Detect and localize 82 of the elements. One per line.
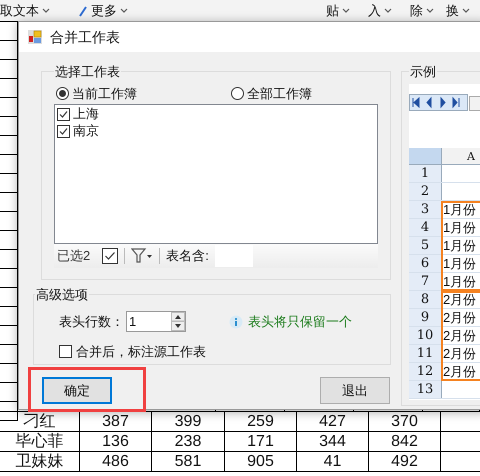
table-cell: 387 <box>102 413 129 430</box>
filter-icon[interactable] <box>131 248 154 264</box>
row-number: 7 <box>409 272 442 290</box>
window-title: 合并工作表 <box>50 28 120 46</box>
table-cell: 427 <box>319 413 346 430</box>
radio-label[interactable]: 当前工作簿 <box>72 84 137 104</box>
preview-cell: 2月份 <box>442 326 476 344</box>
sheet-checkbox[interactable] <box>57 108 70 120</box>
caret-icon <box>426 8 434 13</box>
table-cell: 370 <box>391 413 418 430</box>
radio-button[interactable] <box>231 87 244 100</box>
sheet-checkbox[interactable] <box>57 124 70 138</box>
pencil-icon <box>78 4 88 16</box>
table-cell: 486 <box>102 453 129 470</box>
group-title: 选择工作表 <box>54 63 121 81</box>
spinner-arrows-icon[interactable] <box>171 312 185 331</box>
ribbon-button[interactable]: 贴 <box>326 4 350 18</box>
table-cell: 41 <box>324 453 342 470</box>
header-rows-spinner[interactable]: 1 <box>126 311 186 332</box>
ribbon-button[interactable]: 入 <box>368 4 392 18</box>
preview-cell: 1月份 <box>442 272 476 290</box>
caret-icon <box>384 8 392 13</box>
sheet-item[interactable]: 上海 <box>57 106 99 122</box>
ribbon-button[interactable]: 取文本 <box>0 4 50 18</box>
caret-icon <box>120 8 128 13</box>
table-cell: 842 <box>391 433 418 450</box>
table-cell: 136 <box>102 433 129 450</box>
radio-label[interactable]: 全部工作簿 <box>247 84 312 104</box>
preview-cell: 1月份 <box>442 218 476 236</box>
preview-cell: 2月份 <box>442 344 476 362</box>
table-cell: 171 <box>247 433 274 450</box>
name-filter-field[interactable] <box>214 244 253 266</box>
ribbon-button[interactable]: 换 <box>446 4 470 18</box>
table-cell: 259 <box>247 413 274 430</box>
row-number: 3 <box>409 200 442 218</box>
row-number: 6 <box>409 254 442 272</box>
mark-source-option[interactable]: 合并后，标注源工作表 <box>59 342 206 361</box>
dialog-button[interactable]: 确定 <box>42 377 112 404</box>
preview-cell: 2月份 <box>442 308 476 326</box>
caret-icon <box>462 8 470 13</box>
table-cell: 905 <box>247 453 274 470</box>
table-cell: 刁红 <box>24 413 56 430</box>
group-title: 高级选项 <box>35 286 89 304</box>
column-header: A <box>442 148 480 164</box>
row-number: 9 <box>409 308 442 326</box>
group-title: 示例 <box>409 63 437 81</box>
row-number: 11 <box>409 344 442 362</box>
hint-text: 表头将只保留一个 <box>248 312 352 331</box>
selected-count: 已选2 <box>57 246 90 265</box>
row-number: 5 <box>409 236 442 254</box>
table-cell: 492 <box>391 453 418 470</box>
select-all-checkbox[interactable] <box>102 248 118 264</box>
row-number: 1 <box>409 164 442 182</box>
row-number: 8 <box>409 290 442 308</box>
row-number: 13 <box>409 380 442 398</box>
dialog-button[interactable]: 退出 <box>320 377 390 404</box>
row-number: 2 <box>409 182 442 200</box>
table-cell: 卫妹妹 <box>16 453 64 470</box>
ribbon-button[interactable]: 除 <box>410 4 434 18</box>
info-icon <box>229 314 243 328</box>
table-cell: 581 <box>174 453 202 470</box>
field-label: 表名含: <box>166 246 209 265</box>
table-cell: 399 <box>174 413 202 430</box>
preview-cell: 1月份 <box>442 254 476 272</box>
table-cell: 344 <box>319 433 346 450</box>
table-cell: 238 <box>174 433 202 450</box>
preview-cell: 2月份 <box>442 290 476 308</box>
row-number: 4 <box>409 218 442 236</box>
preview-cell: 1月份 <box>442 236 476 254</box>
mark-source-checkbox[interactable] <box>59 344 72 358</box>
sheet-item[interactable]: 南京 <box>57 122 99 140</box>
row-number: 10 <box>409 326 442 344</box>
field-label: 表头行数： <box>59 312 125 331</box>
caret-icon <box>42 8 50 13</box>
preview-cell: 1月份 <box>442 200 476 218</box>
preview-cell: 2月份 <box>442 362 476 380</box>
ribbon-button[interactable]: 更多 <box>78 4 128 18</box>
radio-button[interactable] <box>56 87 69 100</box>
row-number: 12 <box>409 362 442 380</box>
table-cell: 毕心菲 <box>16 433 64 450</box>
app-icon <box>28 30 42 44</box>
caret-icon <box>342 8 350 13</box>
